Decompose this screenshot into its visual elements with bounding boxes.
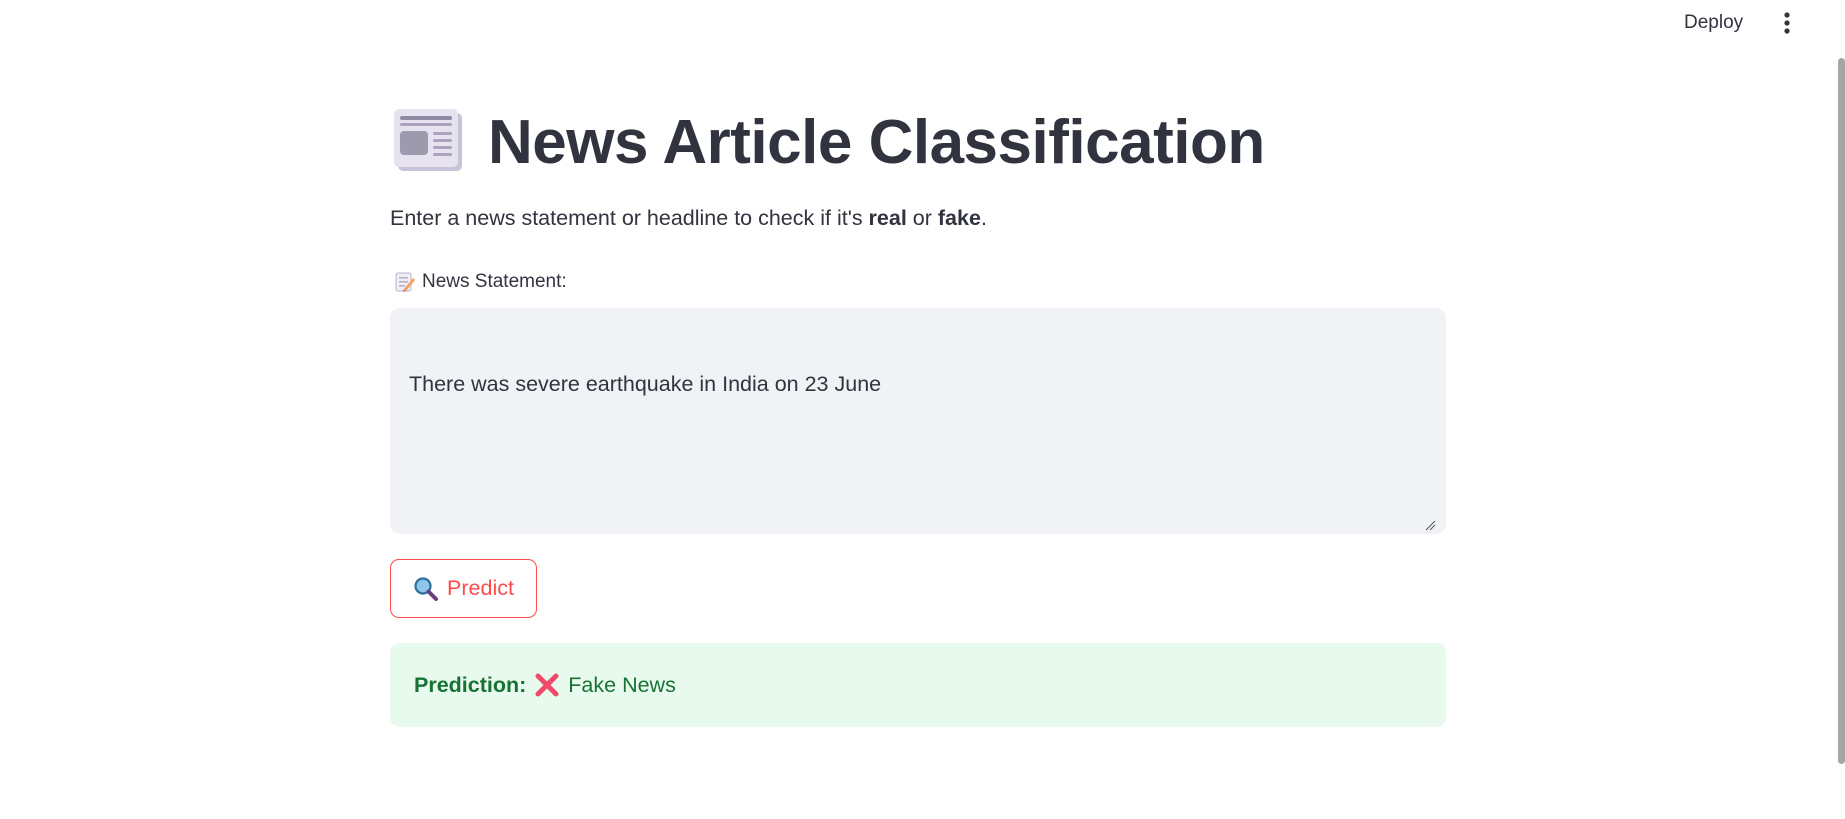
magnifying-glass-icon <box>413 576 439 602</box>
vertical-ellipsis-icon[interactable] <box>1772 8 1802 38</box>
app-header: Deploy <box>0 0 1845 46</box>
prediction-label: Prediction: <box>414 672 527 697</box>
page-title: News Article Classification <box>488 107 1265 177</box>
cross-mark-icon <box>534 672 560 698</box>
resize-handle-icon[interactable] <box>1424 518 1436 531</box>
description-fake: fake <box>937 206 981 230</box>
prediction-result: Prediction: Fake News <box>390 643 1446 727</box>
predict-button-label: Predict <box>447 576 514 600</box>
page-title-row: News Article Classification <box>390 100 1265 184</box>
description-real: real <box>868 206 907 230</box>
scrollbar[interactable] <box>1838 58 1845 764</box>
deploy-button[interactable]: Deploy <box>1672 8 1755 38</box>
newspaper-icon <box>390 107 466 177</box>
predict-button[interactable]: Predict <box>390 559 537 618</box>
memo-icon <box>394 271 416 293</box>
news-statement-input[interactable]: There was severe earthquake in India on … <box>390 308 1446 534</box>
page-description: Enter a news statement or headline to ch… <box>390 206 987 231</box>
news-statement-label-text: News Statement: <box>422 271 567 292</box>
news-statement-value[interactable]: There was severe earthquake in India on … <box>409 372 881 397</box>
prediction-value: Fake News <box>568 672 676 697</box>
description-text: Enter a news statement or headline to ch… <box>390 206 869 230</box>
news-statement-label: News Statement: <box>394 271 567 293</box>
description-text: . <box>980 206 987 230</box>
description-text: or <box>906 206 938 230</box>
